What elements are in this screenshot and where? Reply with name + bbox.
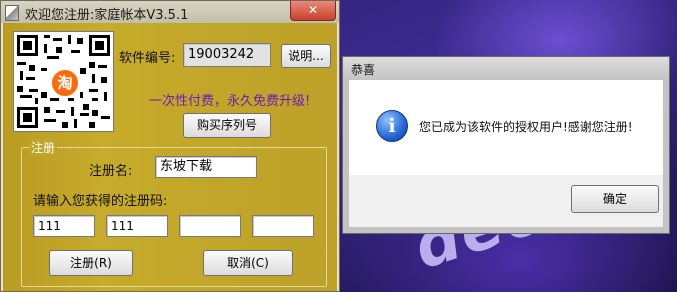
register-group-title: 注册 bbox=[29, 139, 58, 156]
reg-code-input-3[interactable] bbox=[179, 215, 241, 237]
taobao-logo-icon: 淘 bbox=[50, 68, 80, 98]
reg-name-input[interactable]: 东坡下载 bbox=[155, 156, 257, 178]
title-bar[interactable]: 欢迎您注册:家庭帐本V3.5.1 ✕ bbox=[1, 1, 339, 23]
window-body: 淘 软件编号: 19003242 说明... 一次性付费，永久免费升级! 购买序… bbox=[3, 23, 337, 291]
info-icon: i bbox=[376, 110, 408, 142]
reg-code-input-1[interactable]: 111 bbox=[33, 215, 95, 237]
app-icon bbox=[5, 5, 19, 21]
ok-button[interactable]: 确定 bbox=[571, 185, 659, 213]
info-dialog: 恭喜 i 您已成为该软件的授权用户!感谢您注册! 确定 bbox=[342, 56, 670, 234]
reg-code-input-4[interactable] bbox=[252, 215, 314, 237]
register-button[interactable]: 注册(R) bbox=[49, 250, 133, 276]
reg-name-label: 注册名: bbox=[89, 164, 133, 179]
dialog-message: 您已成为该软件的授权用户!感谢您注册! bbox=[419, 120, 633, 134]
reg-code-input-2[interactable]: 111 bbox=[106, 215, 168, 237]
qr-code-image: 淘 bbox=[13, 31, 114, 132]
window-title: 欢迎您注册:家庭帐本V3.5.1 bbox=[25, 8, 189, 23]
cancel-button[interactable]: 取消(C) bbox=[203, 250, 293, 276]
dialog-title: 恭喜 bbox=[351, 63, 376, 77]
registration-window: 欢迎您注册:家庭帐本V3.5.1 ✕ 淘 软件编号: 19003242 说明..… bbox=[0, 0, 340, 292]
buy-serial-button[interactable]: 购买序列号 bbox=[183, 113, 271, 138]
help-button[interactable]: 说明... bbox=[281, 44, 331, 68]
software-id-label: 软件编号: bbox=[119, 51, 176, 66]
dialog-title-bar[interactable]: 恭喜 bbox=[343, 57, 669, 79]
reg-code-label: 请输入您获得的注册码: bbox=[33, 194, 168, 209]
software-id-field[interactable]: 19003242 bbox=[183, 43, 271, 67]
promo-text: 一次性付费，永久免费升级! bbox=[149, 94, 311, 109]
close-button[interactable]: ✕ bbox=[290, 1, 336, 21]
